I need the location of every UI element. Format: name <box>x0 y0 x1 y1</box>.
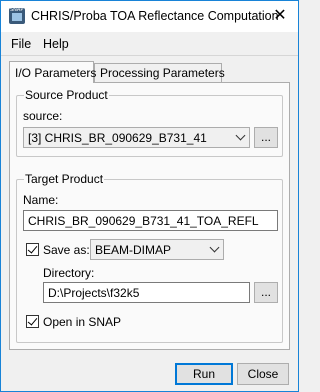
source-browse-button[interactable]: ... <box>254 127 278 148</box>
app-icon-text: SNAP <box>10 7 24 13</box>
menu-bar: File Help <box>1 32 298 56</box>
name-label: Name: <box>23 193 59 207</box>
source-product-title: Source Product <box>24 88 109 102</box>
title-bar: SNAP CHRIS/Proba TOA Reflectance Computa… <box>1 1 298 32</box>
open-in-snap-checkbox[interactable] <box>26 315 39 328</box>
chevron-down-icon <box>209 242 220 253</box>
save-as-checkbox[interactable] <box>26 243 39 256</box>
snap-app-icon: SNAP <box>9 8 25 24</box>
source-label: source: <box>23 109 63 123</box>
menu-help[interactable]: Help <box>43 37 69 51</box>
source-product-select[interactable]: [3] CHRIS_BR_090629_B731_41 <box>23 127 250 148</box>
target-product-group: Target Product Name: CHRIS_BR_090629_B73… <box>16 172 283 343</box>
dialog-window: SNAP CHRIS/Proba TOA Reflectance Computa… <box>0 0 299 392</box>
directory-input[interactable]: D:\Projects\f32k5 <box>43 282 250 303</box>
source-product-value: [3] CHRIS_BR_090629_B731_41 <box>28 131 207 145</box>
run-button[interactable]: Run <box>175 363 233 385</box>
directory-label: Directory: <box>43 266 95 280</box>
directory-browse-button[interactable]: ... <box>254 282 278 303</box>
source-product-group: Source Product source: [3] CHRIS_BR_0906… <box>16 88 283 157</box>
tab-io-parameters[interactable]: I/O Parameters <box>9 61 96 83</box>
save-as-label: Save as: <box>43 243 90 257</box>
window-title: CHRIS/Proba TOA Reflectance Computation <box>31 9 279 23</box>
close-button[interactable]: Close <box>237 363 289 385</box>
close-icon[interactable]: ✕ <box>272 7 288 23</box>
target-name-input[interactable]: CHRIS_BR_090629_B731_41_TOA_REFL <box>23 210 278 231</box>
chevron-down-icon <box>235 130 246 141</box>
io-parameters-panel: Source Product source: [3] CHRIS_BR_0906… <box>9 82 290 350</box>
target-product-title: Target Product <box>24 172 105 186</box>
tab-processing-parameters[interactable]: Processing Parameters <box>94 63 225 83</box>
format-value: BEAM-DIMAP <box>95 243 172 257</box>
open-in-snap-label: Open in SNAP <box>43 315 122 329</box>
format-select[interactable]: BEAM-DIMAP <box>90 239 224 260</box>
menu-file[interactable]: File <box>11 37 31 51</box>
